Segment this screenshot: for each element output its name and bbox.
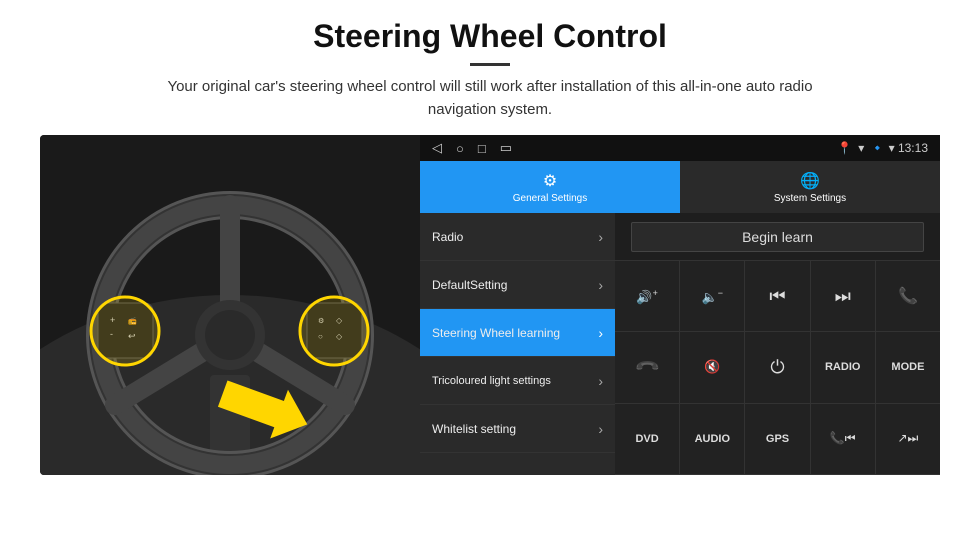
page-title: Steering Wheel Control (313, 18, 667, 55)
vol-up-button[interactable]: 🔊+ (615, 261, 680, 331)
controls-row-2: 📞 🔇 ⏻ RADIO MO (615, 332, 940, 403)
begin-learn-button[interactable]: Begin learn (631, 222, 924, 252)
hangup-icon: 📞 (633, 353, 661, 381)
title-divider (470, 63, 510, 66)
menu-default-label: DefaultSetting (432, 278, 507, 292)
menu-radio-arrow: › (598, 229, 603, 245)
mode-button[interactable]: MODE (876, 332, 940, 402)
menu-steering-arrow: › (598, 325, 603, 341)
vol-down-button[interactable]: 🔈− (680, 261, 745, 331)
main-content: + 📻 - ↩ ⚙ ◇ ○ ◇ (40, 135, 940, 475)
menu-item-default[interactable]: DefaultSetting › (420, 261, 615, 309)
menu-whitelist-label: Whitelist setting (432, 422, 516, 436)
page-subtitle: Your original car's steering wheel contr… (140, 76, 840, 121)
phone-button[interactable]: 📞 (876, 261, 940, 331)
steering-wheel-svg: + 📻 - ↩ ⚙ ◇ ○ ◇ (40, 135, 420, 475)
tel-next-icon: ↗⏭ (897, 431, 918, 446)
gps-label: GPS (766, 433, 789, 445)
right-panel: Begin learn 🔊+ 🔈− (615, 213, 940, 475)
tel-prev-icon: 📞⏮ (830, 431, 856, 446)
recent-icon: □ (478, 141, 486, 156)
menu-default-arrow: › (598, 277, 603, 293)
tab-system[interactable]: 🌐 System Settings (680, 161, 940, 213)
tab-general[interactable]: ⚙ General Settings (420, 161, 680, 213)
controls-row-3: DVD AUDIO GPS 📞⏮ (615, 404, 940, 475)
tel-next-button[interactable]: ↗⏭ (876, 404, 940, 474)
power-icon: ⏻ (770, 357, 784, 378)
settings-icon: ⚙ (543, 171, 557, 191)
wifi-icon: ▾ (858, 141, 864, 155)
page-wrapper: Steering Wheel Control Your original car… (0, 0, 980, 545)
next-icon: ⏭ (835, 286, 851, 307)
steering-wheel-area: + 📻 - ↩ ⚙ ◇ ○ ◇ (40, 135, 420, 475)
tab-general-label: General Settings (513, 193, 588, 204)
menu-item-whitelist[interactable]: Whitelist setting › (420, 405, 615, 453)
hangup-button[interactable]: 📞 (615, 332, 680, 402)
prev-icon: ⏮ (769, 286, 785, 307)
home-icon: ○ (456, 141, 464, 156)
menu-tricolour-label: Tricoloured light settings (432, 375, 551, 387)
menu-item-steering[interactable]: Steering Wheel learning › (420, 309, 615, 357)
main-panel: Radio › DefaultSetting › Steering Wheel … (420, 213, 940, 475)
clock: 🔹 ▾ 13:13 (870, 141, 928, 155)
audio-button[interactable]: AUDIO (680, 404, 745, 474)
menu-item-radio[interactable]: Radio › (420, 213, 615, 261)
controls-grid: 🔊+ 🔈− ⏮ ⏭ 📞 (615, 261, 940, 475)
vol-down-icon: 🔈− (702, 288, 723, 305)
tab-system-label: System Settings (774, 193, 846, 204)
mode-label: MODE (891, 361, 924, 373)
audio-label: AUDIO (695, 433, 730, 445)
phone-icon: 📞 (898, 286, 918, 306)
status-bar: ◁ ○ □ ▭ 📍 ▾ 🔹 ▾ 13:13 (420, 135, 940, 161)
mute-button[interactable]: 🔇 (680, 332, 745, 402)
radio-button[interactable]: RADIO (811, 332, 876, 402)
head-unit: ◁ ○ □ ▭ 📍 ▾ 🔹 ▾ 13:13 ⚙ General Settings (420, 135, 940, 475)
dvd-button[interactable]: DVD (615, 404, 680, 474)
left-menu: Radio › DefaultSetting › Steering Wheel … (420, 213, 615, 475)
tab-bar: ⚙ General Settings 🌐 System Settings (420, 161, 940, 213)
menu-steering-label: Steering Wheel learning (432, 326, 560, 340)
menu-whitelist-arrow: › (598, 421, 603, 437)
status-bar-right: 📍 ▾ 🔹 ▾ 13:13 (837, 141, 928, 155)
menu-icon: ▭ (500, 140, 512, 156)
mute-icon: 🔇 (704, 359, 720, 375)
menu-radio-label: Radio (432, 230, 463, 244)
gps-button[interactable]: GPS (745, 404, 810, 474)
tel-prev-button[interactable]: 📞⏮ (811, 404, 876, 474)
system-icon: 🌐 (800, 171, 820, 191)
power-button[interactable]: ⏻ (745, 332, 810, 402)
radio-label: RADIO (825, 361, 860, 373)
menu-tricolour-arrow: › (598, 373, 603, 389)
begin-learn-row: Begin learn (615, 213, 940, 261)
back-icon: ◁ (432, 140, 442, 156)
vol-up-icon: 🔊+ (636, 288, 657, 305)
prev-button[interactable]: ⏮ (745, 261, 810, 331)
menu-item-tricolour[interactable]: Tricoloured light settings › (420, 357, 615, 405)
next-button[interactable]: ⏭ (811, 261, 876, 331)
controls-row-1: 🔊+ 🔈− ⏮ ⏭ 📞 (615, 261, 940, 332)
dvd-label: DVD (635, 433, 658, 445)
status-bar-left: ◁ ○ □ ▭ (432, 140, 512, 156)
location-icon: 📍 (837, 141, 852, 155)
